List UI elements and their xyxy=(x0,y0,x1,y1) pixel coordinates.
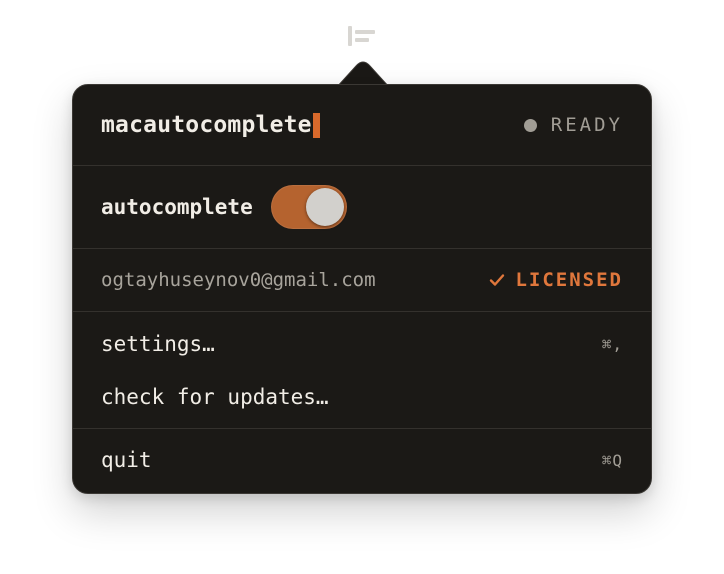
autocomplete-toggle-row: autocomplete xyxy=(73,166,651,248)
quit-label: quit xyxy=(101,448,152,472)
menu-header: macautocomplete READY xyxy=(73,85,651,165)
status-indicator: READY xyxy=(523,114,623,136)
toggle-knob xyxy=(305,188,344,226)
app-name-label: macautocomplete xyxy=(101,112,312,138)
check-for-updates-menu-item[interactable]: check for updates… xyxy=(73,374,651,428)
app-name: macautocomplete xyxy=(101,112,320,138)
text-cursor-icon xyxy=(312,112,320,138)
check-for-updates-label: check for updates… xyxy=(101,385,329,409)
settings-menu-item[interactable]: settings… ⌘, xyxy=(73,312,651,374)
license-status: LICENSED xyxy=(489,269,623,291)
status-dot-icon xyxy=(523,118,537,132)
settings-shortcut: ⌘, xyxy=(601,334,623,354)
macautocomplete-menubar-icon[interactable] xyxy=(346,24,380,48)
settings-label: settings… xyxy=(101,332,215,356)
quit-shortcut: ⌘Q xyxy=(601,450,623,470)
license-row: ogtayhuseynov0@gmail.com LICENSED xyxy=(73,249,651,311)
status-menu-popover: macautocomplete READY autocomplete ogtay… xyxy=(72,84,652,494)
autocomplete-toggle[interactable] xyxy=(270,185,347,229)
check-icon xyxy=(490,274,505,286)
autocomplete-label: autocomplete xyxy=(101,195,253,219)
screen: macautocomplete READY autocomplete ogtay… xyxy=(0,0,724,574)
status-label: READY xyxy=(550,114,623,136)
license-email: ogtayhuseynov0@gmail.com xyxy=(101,269,376,291)
license-status-label: LICENSED xyxy=(515,269,623,291)
quit-menu-item[interactable]: quit ⌘Q xyxy=(73,429,651,491)
